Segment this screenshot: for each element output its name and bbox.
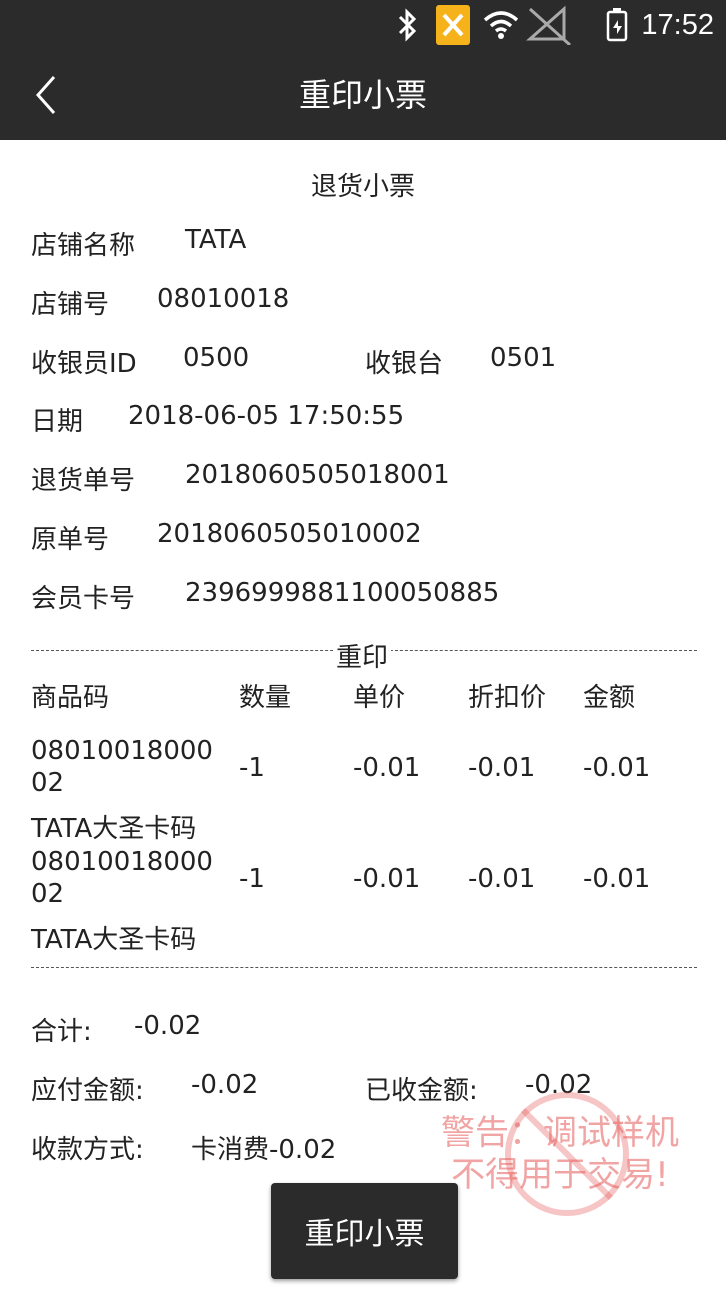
col-code: 商品码: [31, 683, 110, 713]
orig-no-value: 2018060505010002: [157, 519, 422, 549]
col-disc: 折扣价: [468, 683, 547, 713]
app-notification-icon: [435, 0, 471, 50]
debug-watermark: 警告：调试样机 不得用于交易!: [430, 1112, 690, 1196]
item-code: 08010018000: [31, 847, 213, 877]
date-label: 日期: [31, 407, 84, 437]
payable-value: -0.02: [191, 1070, 259, 1100]
item-amount: -0.01: [583, 864, 651, 894]
watermark-line1: 警告：调试样机: [441, 1113, 679, 1153]
store-no-value: 08010018: [157, 284, 290, 314]
register-value: 0501: [490, 343, 557, 373]
store-name-value: TATA: [185, 225, 247, 255]
date-value: 2018-06-05 17:50:55: [128, 401, 405, 431]
item-qty: -1: [239, 753, 265, 783]
cashier-label: 收银员ID: [31, 349, 137, 379]
status-bar: 17:52: [0, 0, 726, 50]
item-code-cont: 02: [31, 768, 65, 798]
item-price: -0.01: [353, 753, 421, 783]
return-no-value: 2018060505018001: [185, 460, 450, 490]
watermark-line2: 不得用于交易!: [451, 1155, 669, 1195]
item-amount: -0.01: [583, 753, 651, 783]
reprint-mark: 重印: [333, 637, 392, 674]
item-name: TATA大圣卡码: [31, 925, 197, 955]
item-name: TATA大圣卡码: [31, 814, 197, 844]
total-label: 合计:: [31, 1017, 92, 1047]
member-value: 2396999881100050885: [185, 578, 500, 608]
clock: 17:52: [641, 8, 714, 41]
item-price: -0.01: [353, 864, 421, 894]
item-disc: -0.01: [468, 864, 536, 894]
item-code-cont: 02: [31, 879, 65, 909]
receipt-title: 退货小票: [310, 172, 415, 202]
no-signal-icon: [526, 0, 572, 50]
store-name-label: 店铺名称: [31, 231, 136, 261]
col-qty: 数量: [239, 683, 292, 713]
wifi-icon: [483, 0, 519, 50]
item-qty: -1: [239, 864, 265, 894]
payment-label: 收款方式:: [31, 1135, 144, 1165]
return-no-label: 退货单号: [31, 466, 136, 496]
bluetooth-icon: [396, 0, 420, 50]
battery-icon: [606, 0, 628, 50]
register-label: 收银台: [365, 349, 444, 379]
col-price: 单价: [353, 683, 406, 713]
payable-label: 应付金额:: [31, 1076, 144, 1106]
item-code: 08010018000: [31, 736, 213, 766]
orig-no-label: 原单号: [31, 525, 110, 555]
reprint-button[interactable]: 重印小票: [271, 1183, 458, 1279]
cashier-value: 0500: [183, 343, 250, 373]
member-label: 会员卡号: [31, 584, 136, 614]
item-disc: -0.01: [468, 753, 536, 783]
received-label: 已收金额:: [365, 1076, 478, 1106]
total-value: -0.02: [134, 1011, 202, 1041]
payment-value: 卡消费-0.02: [191, 1135, 337, 1165]
divider: [31, 967, 697, 968]
page-title: 重印小票: [298, 76, 427, 114]
col-amount: 金额: [583, 683, 636, 713]
store-no-label: 店铺号: [31, 290, 110, 320]
app-bar: 重印小票: [0, 50, 726, 140]
